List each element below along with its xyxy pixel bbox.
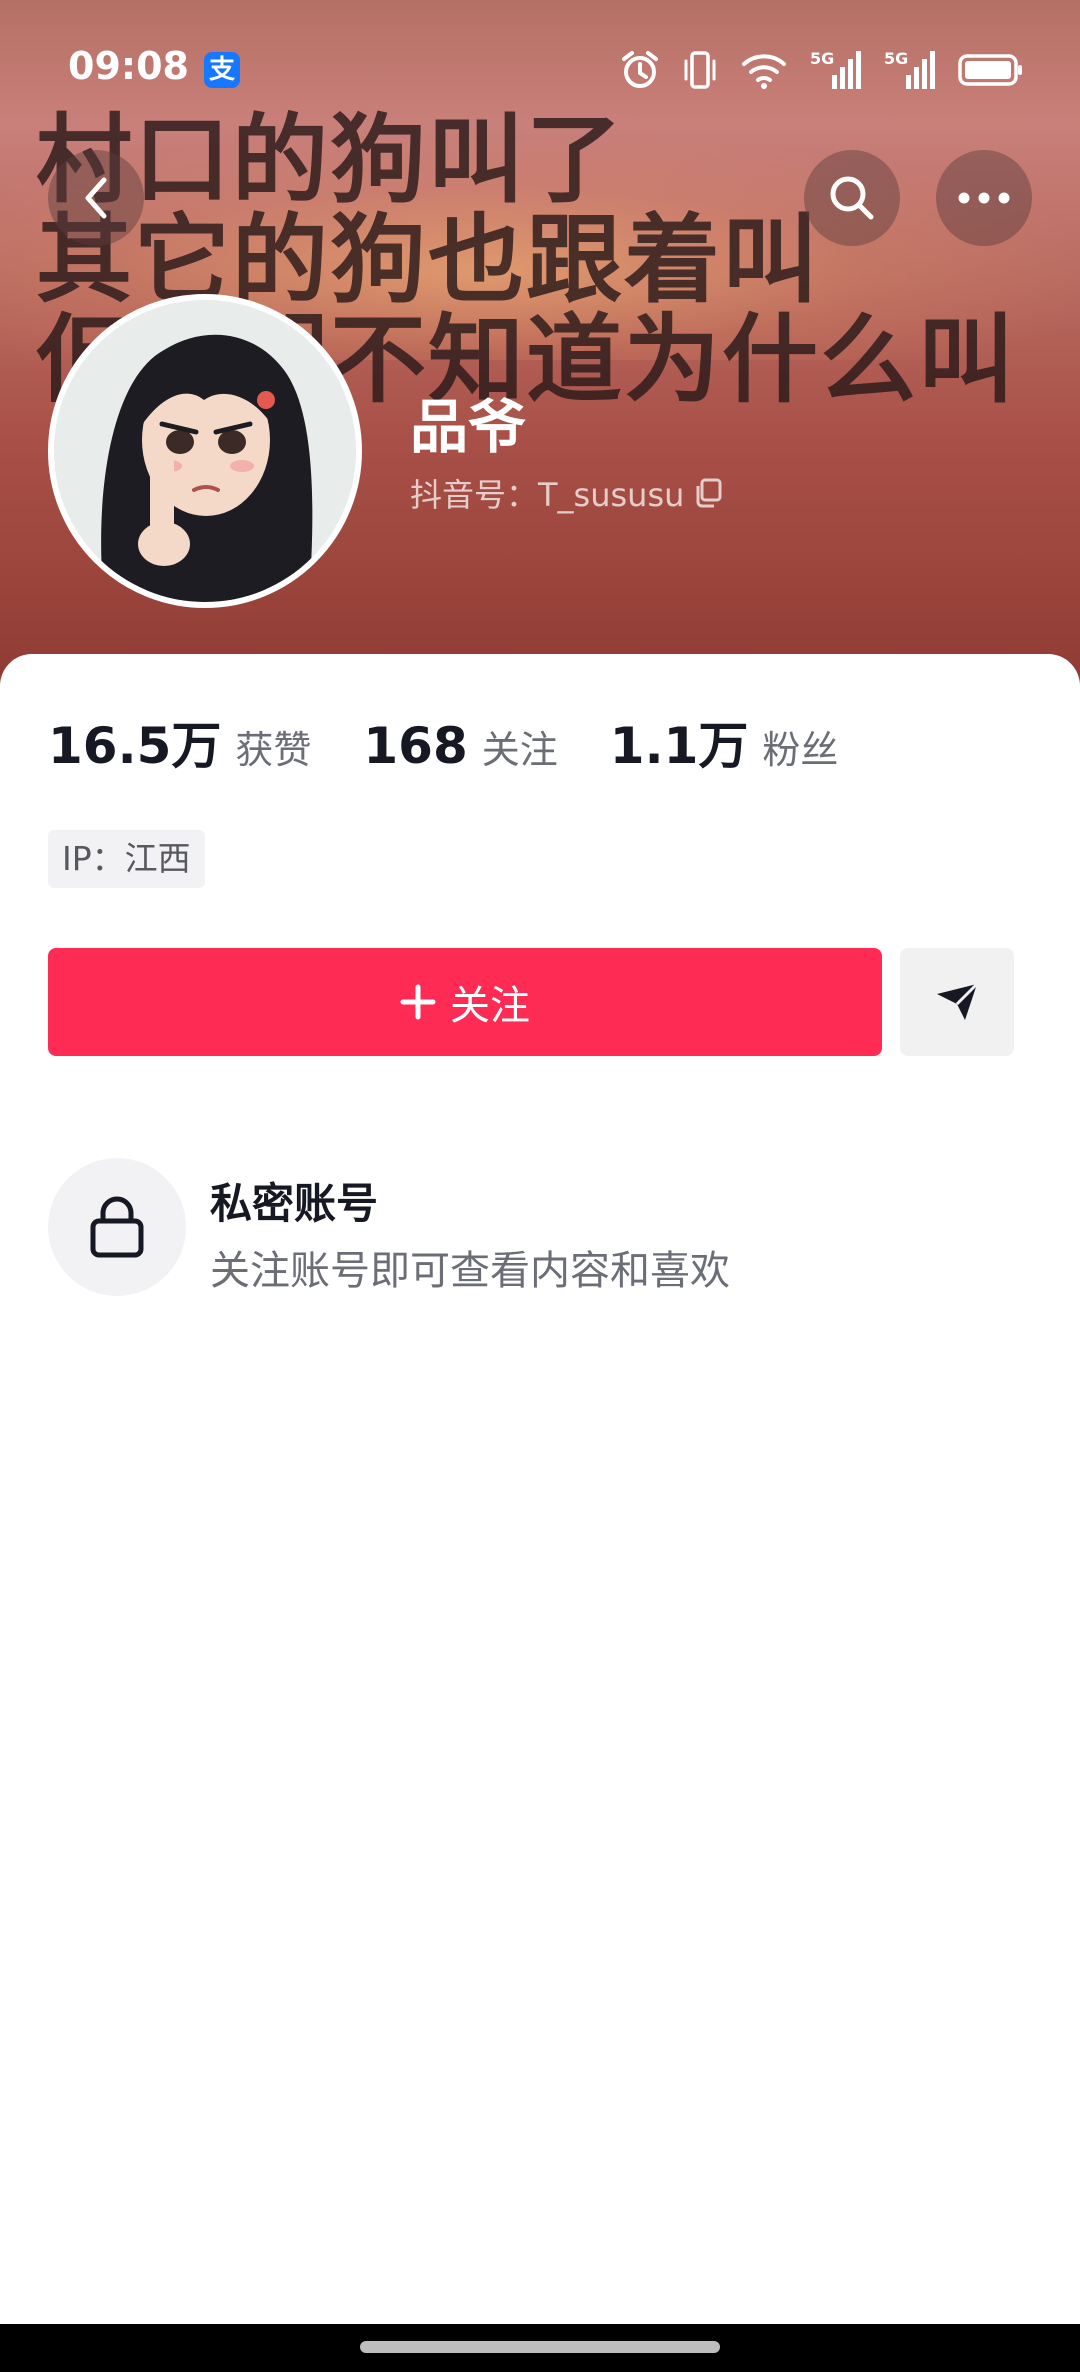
signal-icon: 5G [810,49,862,91]
stat-value: 16.5万 [48,717,222,775]
search-icon [830,176,874,220]
stat-following[interactable]: 168 关注 [363,717,557,775]
battery-icon [958,52,1024,88]
douyin-id-row[interactable]: 抖音号：T_sususu [410,470,722,516]
more-button[interactable] [936,150,1032,246]
stat-label: 获赞 [235,728,312,772]
stat-label: 粉丝 [762,728,839,772]
back-button[interactable] [48,150,144,246]
wifi-icon [740,50,788,90]
status-icons: 5G 5G [620,46,1024,94]
stat-likes[interactable]: 16.5万 获赞 [48,706,311,778]
navigation-bar [0,2324,1080,2372]
stat-label: 关注 [481,728,558,772]
status-bar: 09:08 支 5G 5G [0,0,1080,140]
follow-button[interactable]: 关注 [48,948,882,1056]
stats-row: 16.5万 获赞 168 关注 1.1万 粉丝 [48,706,890,778]
signal-icon: 5G [884,49,936,91]
follow-label: 关注 [450,983,530,1029]
send-icon [937,982,979,1020]
chevron-left-icon [85,177,107,219]
ip-location-tag: IP：江西 [48,830,205,888]
home-indicator[interactable] [360,2341,720,2353]
plus-icon [400,984,436,1020]
alipay-icon: 支 [204,52,240,88]
search-button[interactable] [804,150,900,246]
copy-icon[interactable] [694,478,722,508]
profile-content-card: 16.5万 获赞 168 关注 1.1万 粉丝 IP：江西 关注 私密账号 关注… [0,654,1080,2324]
lock-icon [90,1196,144,1258]
vibrate-icon [682,49,718,91]
status-time: 09:08 [68,44,189,88]
avatar[interactable] [48,294,362,608]
stat-value: 168 [363,717,468,775]
send-message-button[interactable] [900,948,1014,1056]
alarm-icon [620,49,660,91]
more-icon [958,192,1010,204]
private-account-icon-badge [48,1158,186,1296]
stat-followers[interactable]: 1.1万 粉丝 [610,706,839,778]
private-account-description: 关注账号即可查看内容和喜欢 [210,1248,730,1294]
private-account-title: 私密账号 [210,1179,379,1228]
stat-value: 1.1万 [609,717,749,775]
douyin-id: 抖音号：T_sususu [410,476,685,514]
nickname: 品爷 [410,393,527,461]
